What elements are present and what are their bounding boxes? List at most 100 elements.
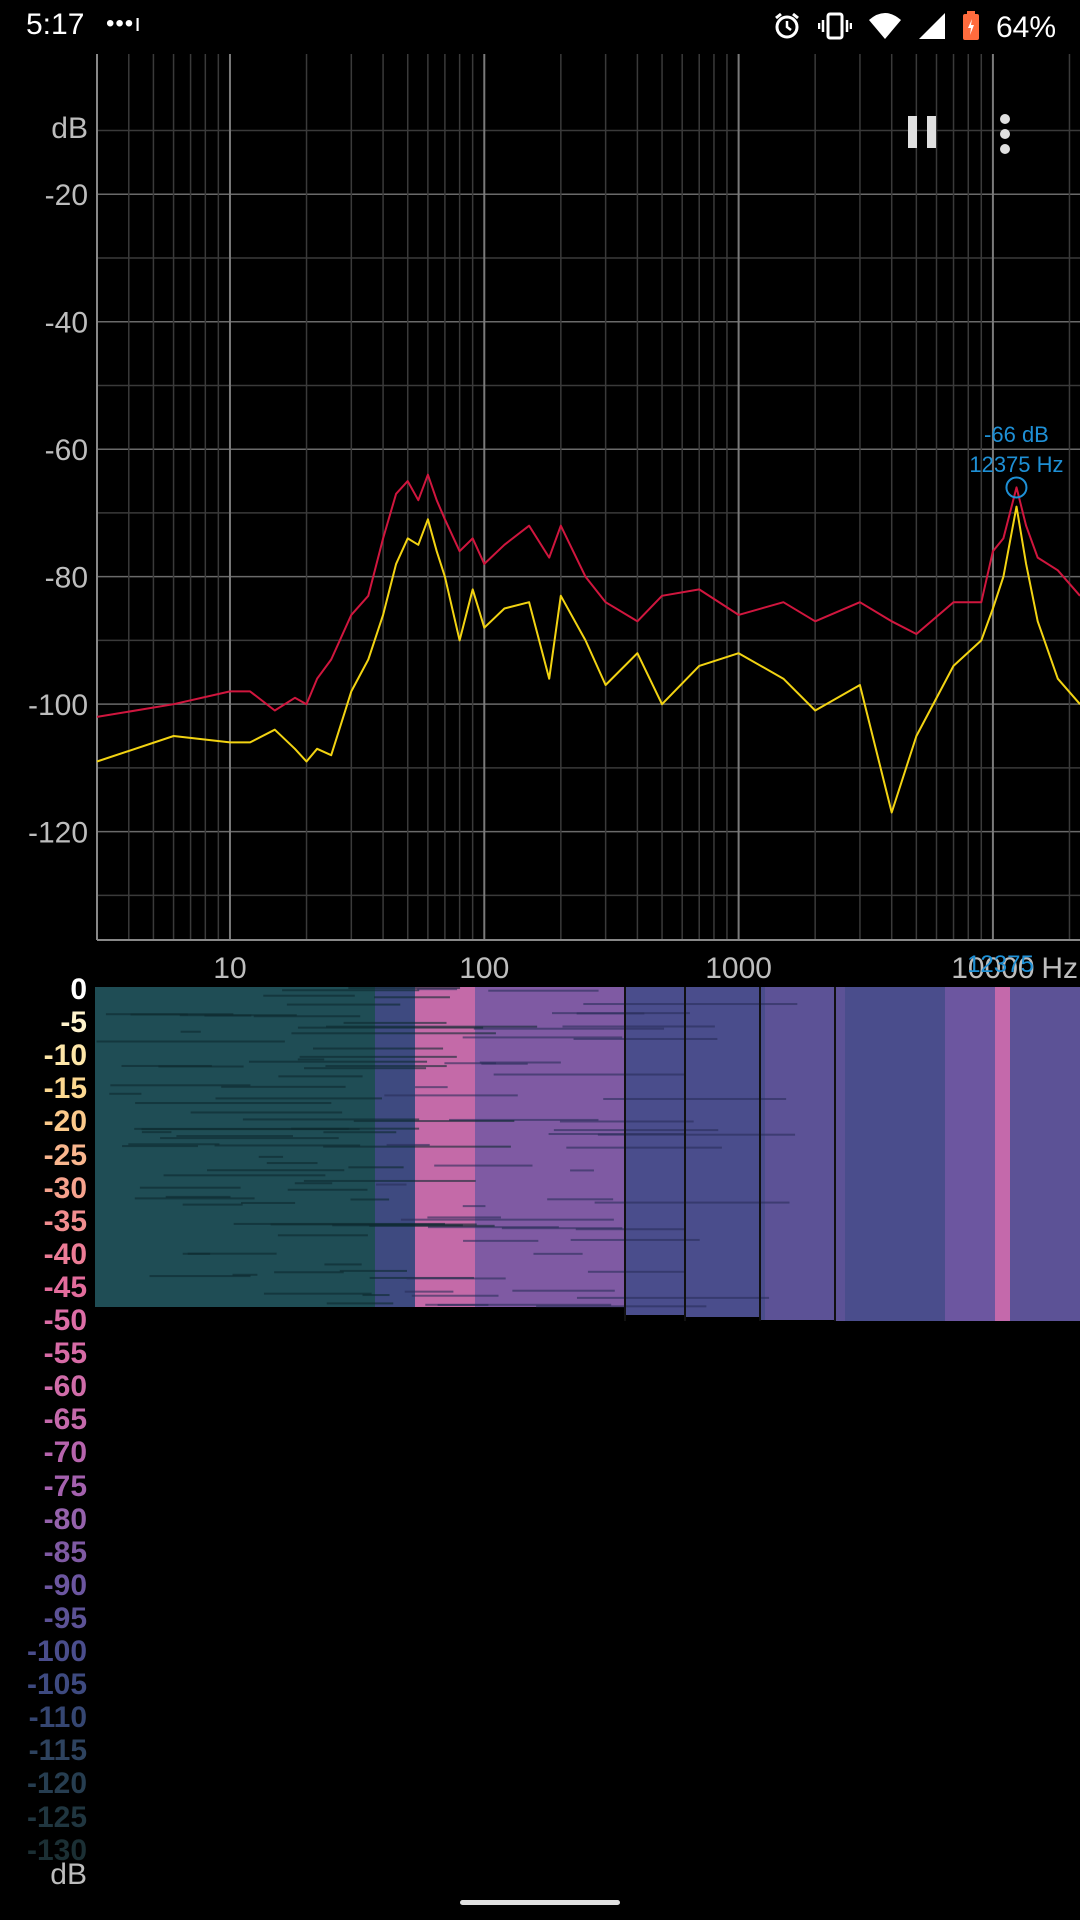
legend-db-value: -95 [43,1601,87,1635]
legend-db-value: -25 [43,1138,87,1172]
x-tick-label: 1000 [705,952,772,984]
spectrogram-band [995,987,1010,1321]
spectrogram-texture [282,989,420,992]
spectrogram-texture [207,1169,345,1172]
legend-db-value: -75 [43,1469,87,1503]
spectrogram-texture [576,1012,645,1015]
spectrogram-texture [135,1102,332,1105]
spectrogram-texture [96,1040,285,1043]
spectrogram-texture [350,1198,390,1201]
spectrum-plot[interactable]: dB-20-40-60-80-100-120 10 100 1000 10000 Hz … [0,54,1080,984]
spectrogram-band [685,987,760,1317]
spectrogram-texture [417,988,458,991]
spectrogram-texture [128,1143,220,1146]
spectrogram-texture [463,1239,539,1242]
spectrogram-texture [277,1234,368,1237]
legend-db-value: -40 [43,1237,87,1271]
spectrogram-texture [215,1097,382,1100]
spectrum-series [96,473,1080,814]
spectrogram-texture [493,1073,686,1076]
x-tick-label: 100 [459,952,509,984]
overflow-menu-button[interactable] [998,114,1062,178]
gesture-nav-bar[interactable] [460,1900,620,1905]
spectrogram-texture [362,1294,390,1297]
spectrogram-texture [462,1205,486,1208]
legend-db-value: -55 [43,1337,87,1371]
spectrogram-texture [473,1027,665,1030]
spectrogram-texture [339,1269,407,1272]
spectrogram-texture [479,1061,561,1064]
spectrogram-texture [386,1143,430,1146]
spectrogram-texture [299,1055,457,1058]
spectrogram-texture [575,1228,686,1231]
spectrogram-texture [253,1015,361,1018]
legend-db-value: -50 [43,1304,87,1337]
wifi-icon [868,12,902,45]
spectrogram-texture [266,1162,318,1165]
spectrogram-texture [291,1032,496,1035]
spectrogram-texture [415,1086,448,1089]
legend-db-value: -30 [43,1171,87,1205]
battery-charging-icon [962,10,980,46]
pause-button[interactable] [906,114,970,178]
grid [96,54,1080,941]
legend-db-value: -5 [60,1006,87,1040]
spectrogram-texture [326,1302,394,1305]
spectrogram-texture [384,1094,518,1097]
y-axis-labels: dB -20 -40 -60 -80 -100 -120 [28,112,88,850]
legend-db-value: 0 [70,973,87,1006]
spectrogram-texture [559,1120,694,1123]
legend-db-value: -115 [28,1734,87,1768]
spectrogram-texture [165,1195,231,1198]
battery-percent: 64% [995,11,1056,44]
live-trace [96,505,1080,814]
spectrogram-texture [353,1120,515,1123]
legend-db-value: -80 [43,1502,87,1536]
spectrogram-texture [278,1075,363,1078]
spectrogram-texture [562,1025,715,1028]
y-tick-label: -80 [45,562,88,595]
legend-db-value: -105 [26,1668,87,1702]
spectrogram-texture [263,994,355,997]
spectrogram-texture [263,1292,372,1295]
spectrogram-texture [163,1174,326,1177]
spectrogram-texture [437,1303,489,1306]
spectrogram-texture [597,1133,796,1136]
signal-dots: •••ı [106,10,142,37]
legend-db-unit: dB [50,1858,87,1891]
spectrogram[interactable] [95,987,1080,1327]
spectrogram-band [945,987,995,1321]
y-tick-label: -40 [45,307,88,340]
spectrogram-texture [248,1060,428,1063]
legend-db-value: -125 [26,1800,87,1834]
spectrogram-texture [214,1144,361,1147]
spectrogram-texture [404,1290,454,1293]
spectrogram-texture [190,1111,343,1114]
spectrogram-band [835,987,845,1321]
spectrogram-texture [323,1131,397,1134]
legend-db-value: -65 [43,1403,87,1437]
spectrogram-texture [573,1037,718,1040]
spectrogram-texture [294,1182,333,1185]
spectrogram-texture [547,1198,614,1201]
spectrogram-texture [287,1188,368,1191]
spectrogram-texture [533,1252,583,1255]
spectrogram-texture [313,1047,444,1050]
spectrogram-texture [158,1065,244,1068]
spectrogram-texture [400,1218,614,1221]
peak-frequency-marker: 12375 [967,951,1034,978]
y-tick-label: -60 [45,434,88,467]
cell-signal-icon [918,12,946,45]
vibrate-icon [817,11,853,46]
spectrogram-texture [139,1186,241,1189]
status-time: 5:17 [26,8,85,41]
spectrogram-texture [570,1238,700,1241]
spectrogram-texture [375,1183,407,1186]
legend-db-value: -100 [26,1635,87,1668]
x-axis-labels: 10 100 1000 10000 Hz [213,952,1078,984]
spectrogram-texture [130,1013,188,1016]
spectrogram-texture [122,1145,198,1148]
spectrogram-texture [411,1294,499,1297]
spectrogram-texture [583,1003,798,1006]
spectrum-chart[interactable]: dB -20 -40 -60 -80 -100 -120 10 100 1000 10000 Hz … [0,54,1080,984]
